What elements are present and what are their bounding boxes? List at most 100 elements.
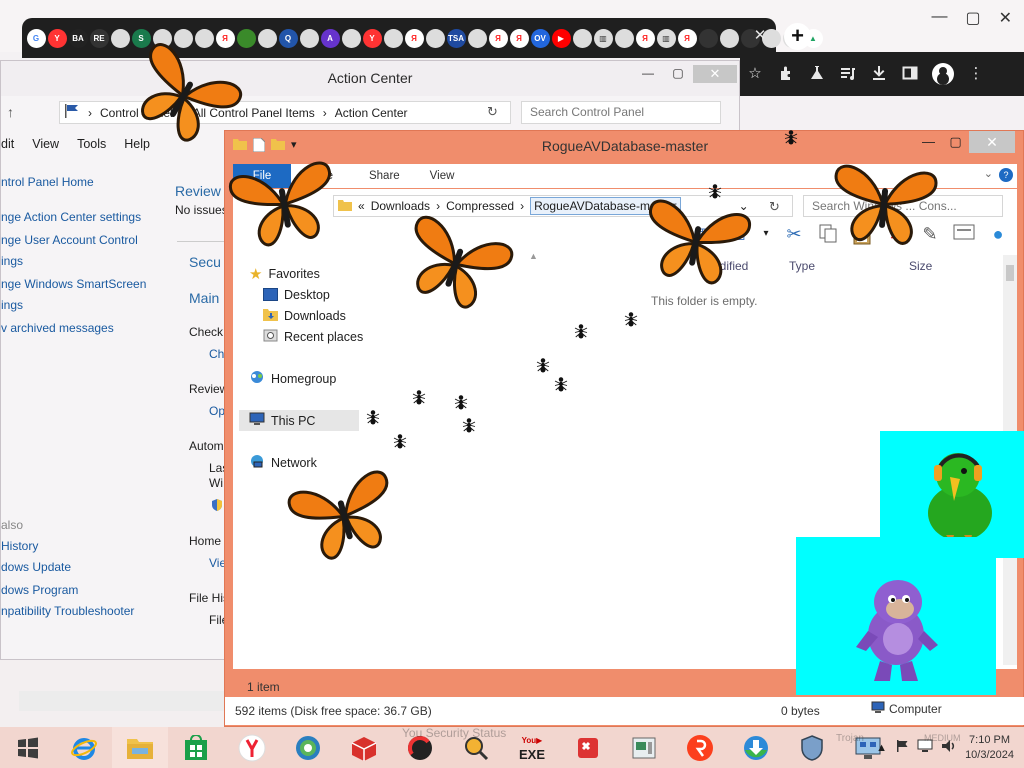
globe-toolbar-icon[interactable]: ● xyxy=(987,223,1009,245)
maintenance-section[interactable]: Main xyxy=(189,290,219,306)
explorer-maximize-button[interactable]: ▢ xyxy=(942,131,969,153)
ac-search-input[interactable]: Search Control Panel xyxy=(521,101,721,124)
downloads-icon[interactable] xyxy=(870,65,888,83)
open-link[interactable]: Op xyxy=(209,404,225,418)
shield-app-icon[interactable] xyxy=(784,727,840,768)
nav-this-pc[interactable]: This PC xyxy=(239,410,359,431)
nav-desktop[interactable]: Desktop xyxy=(249,284,363,305)
col-size[interactable]: Size xyxy=(909,259,932,273)
change-uac-link[interactable]: nge User Account Control ings xyxy=(1,233,171,269)
document-app-icon[interactable] xyxy=(616,727,672,768)
favicon-globe-icon[interactable] xyxy=(257,28,277,48)
ac-minimize-button[interactable]: — xyxy=(633,65,663,83)
ac-up-arrow-icon[interactable]: ↑ xyxy=(1,104,59,120)
menu-view[interactable]: View xyxy=(32,137,59,151)
favicon-globe-icon[interactable] xyxy=(467,28,487,48)
breadcrumb-action-center[interactable]: Action Center xyxy=(335,106,408,120)
help-icon[interactable]: ? xyxy=(999,168,1013,182)
archived-messages-link[interactable]: v archived messages xyxy=(1,321,171,336)
explorer-refresh-icon[interactable]: ↻ xyxy=(769,199,780,215)
file-explorer-icon[interactable] xyxy=(112,727,168,768)
nav-homegroup[interactable]: Homegroup xyxy=(249,368,363,389)
browser-maximize-button[interactable]: ▢ xyxy=(965,8,980,28)
favicon-ya-icon[interactable]: Я xyxy=(215,28,235,48)
ac-maximize-button[interactable]: ▢ xyxy=(663,65,693,83)
col-type[interactable]: Type xyxy=(789,259,909,273)
store-icon[interactable] xyxy=(168,727,224,768)
favicon-q-icon[interactable]: Q xyxy=(278,28,298,48)
dropdown-icon[interactable]: ▾ xyxy=(761,223,771,245)
ac-close-button[interactable]: ✕ xyxy=(693,65,737,83)
favicon-globe-icon[interactable] xyxy=(341,28,361,48)
favicon-ba-icon[interactable]: BA xyxy=(68,28,88,48)
internet-explorer-icon[interactable] xyxy=(56,727,112,768)
favicon-avast-icon[interactable]: A xyxy=(320,28,340,48)
favicon-globe-icon[interactable] xyxy=(719,28,739,48)
favicon-google-icon[interactable]: G xyxy=(26,28,46,48)
favicon-ya-icon[interactable]: Я xyxy=(404,28,424,48)
nav-favorites[interactable]: ★ Favorites xyxy=(249,263,363,284)
menu-help[interactable]: Help xyxy=(124,137,150,151)
extensions-icon[interactable] xyxy=(777,65,795,83)
file-history-link[interactable]: History xyxy=(1,539,171,554)
browser-menu-icon[interactable]: ⋮ xyxy=(967,65,985,83)
nav-downloads[interactable]: Downloads xyxy=(249,305,363,326)
browser-minimize-button[interactable]: — xyxy=(931,8,947,28)
yandex-icon[interactable] xyxy=(672,727,728,768)
download-manager-icon[interactable] xyxy=(728,727,784,768)
red-box-app-icon[interactable] xyxy=(336,727,392,768)
compat-troubleshooter-link[interactable]: dows Program npatibility Troubleshooter xyxy=(1,583,171,619)
favicon-globe-icon[interactable] xyxy=(383,28,403,48)
windows-update-link[interactable]: dows Update xyxy=(1,560,171,575)
favicon-dark-icon[interactable] xyxy=(698,28,718,48)
favicon-globe-icon[interactable] xyxy=(299,28,319,48)
favicon-leaf-icon[interactable] xyxy=(236,28,256,48)
change-action-center-settings-link[interactable]: nge Action Center settings xyxy=(1,210,171,225)
favicon-ya-icon[interactable]: Я xyxy=(635,28,655,48)
favicon-ya-icon[interactable]: Я xyxy=(677,28,697,48)
tab-view[interactable]: View xyxy=(430,170,455,182)
breadcrumb-compressed[interactable]: Compressed xyxy=(446,199,514,213)
start-button[interactable] xyxy=(0,727,56,768)
tray-arrow-icon[interactable]: ▲ xyxy=(876,742,887,754)
favicon-ya-icon[interactable]: Я xyxy=(509,28,529,48)
globe-app-icon[interactable] xyxy=(280,727,336,768)
new-tab-button[interactable]: + xyxy=(784,23,811,50)
security-section[interactable]: Secu xyxy=(189,254,221,270)
ribbon-expand-icon[interactable]: ⌄ xyxy=(984,167,993,180)
favicon-globe-icon[interactable] xyxy=(194,28,214,48)
favicon-bank-icon[interactable]: ▥ xyxy=(593,28,613,48)
labs-flask-icon[interactable] xyxy=(808,65,826,83)
change-smartscreen-link[interactable]: nge Windows SmartScreen ings xyxy=(1,277,171,313)
menu-edit[interactable]: dit xyxy=(1,137,14,151)
explorer-minimize-button[interactable]: — xyxy=(915,131,942,153)
clock[interactable]: 7:10 PM 10/3/2024 xyxy=(965,733,1014,763)
browser-close-button[interactable]: ✕ xyxy=(999,8,1012,28)
favicon-y-icon[interactable]: Y xyxy=(362,28,382,48)
tab-close-icon[interactable]: ✕ xyxy=(750,26,770,46)
tab-share[interactable]: Share xyxy=(369,170,400,182)
cut-icon[interactable]: ✂ xyxy=(783,223,805,245)
bookmark-star-icon[interactable]: ☆ xyxy=(746,65,764,83)
favicon-ov-icon[interactable]: OV xyxy=(530,28,550,48)
favicon-globe-icon[interactable] xyxy=(572,28,592,48)
media-queue-icon[interactable] xyxy=(839,65,857,83)
favicon-globe-icon[interactable] xyxy=(110,28,130,48)
explorer-close-button[interactable]: ✕ xyxy=(969,131,1015,153)
favicon-globe-icon[interactable] xyxy=(614,28,634,48)
ac-horizontal-scrollbar[interactable] xyxy=(19,691,227,711)
favicon-tsa-icon[interactable]: TSA xyxy=(446,28,466,48)
check-link[interactable]: Ch xyxy=(209,347,224,361)
media-app-icon[interactable] xyxy=(560,727,616,768)
breadcrumb-overflow[interactable]: « xyxy=(358,199,365,213)
favicon-re-icon[interactable]: RE xyxy=(89,28,109,48)
bonzi-assistant[interactable] xyxy=(796,537,996,695)
profile-avatar[interactable] xyxy=(932,63,954,85)
side-panel-icon[interactable] xyxy=(901,65,919,83)
action-center-flag-icon[interactable] xyxy=(895,739,909,756)
nav-recent-places[interactable]: Recent places xyxy=(249,326,363,347)
properties-panel-icon[interactable] xyxy=(953,223,975,245)
control-panel-home-link[interactable]: ntrol Panel Home xyxy=(1,175,171,190)
favicon-globe-icon[interactable] xyxy=(425,28,445,48)
menu-tools[interactable]: Tools xyxy=(77,137,106,151)
